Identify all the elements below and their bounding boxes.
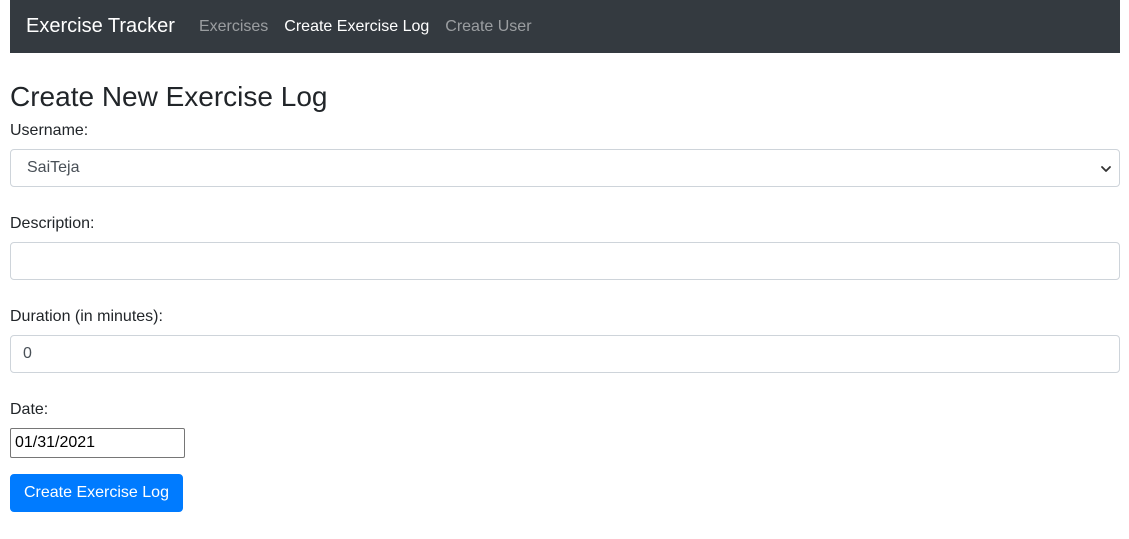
create-exercise-log-button[interactable]: Create Exercise Log xyxy=(10,474,183,513)
duration-value: 0 xyxy=(23,345,32,363)
date-picker-input[interactable]: 01/31/2021 xyxy=(10,428,185,459)
username-selected-value: SaiTeja xyxy=(27,158,80,176)
page-title: Create New Exercise Log xyxy=(10,81,328,112)
date-value: 01/31/2021 xyxy=(15,434,96,452)
duration-input[interactable]: 0 xyxy=(10,335,1120,374)
chevron-down-icon xyxy=(1101,165,1111,172)
nav-link-exercises[interactable]: Exercises xyxy=(199,18,268,36)
create-exercise-form: Username: SaiTeja Description: Duration … xyxy=(10,121,1120,513)
navbar: Exercise Tracker Exercises Create Exerci… xyxy=(10,0,1120,53)
nav-link-create-exercise-log[interactable]: Create Exercise Log xyxy=(284,18,429,36)
username-label: Username: xyxy=(10,121,89,139)
navbar-brand[interactable]: Exercise Tracker xyxy=(26,15,175,38)
date-group: Date: 01/31/2021 xyxy=(10,400,1120,459)
username-group: Username: SaiTeja xyxy=(10,121,1120,187)
nav-links: Exercises Create Exercise Log Create Use… xyxy=(199,18,532,36)
nav-link-create-user[interactable]: Create User xyxy=(445,18,531,36)
description-group: Description: xyxy=(10,214,1120,280)
username-select[interactable]: SaiTeja xyxy=(10,148,1120,187)
description-label: Description: xyxy=(10,214,95,232)
duration-group: Duration (in minutes): 0 xyxy=(10,307,1120,374)
description-input[interactable] xyxy=(10,241,1120,280)
date-label: Date: xyxy=(10,401,49,419)
duration-label: Duration (in minutes): xyxy=(10,307,163,325)
page: Exercise Tracker Exercises Create Exerci… xyxy=(10,0,1120,513)
